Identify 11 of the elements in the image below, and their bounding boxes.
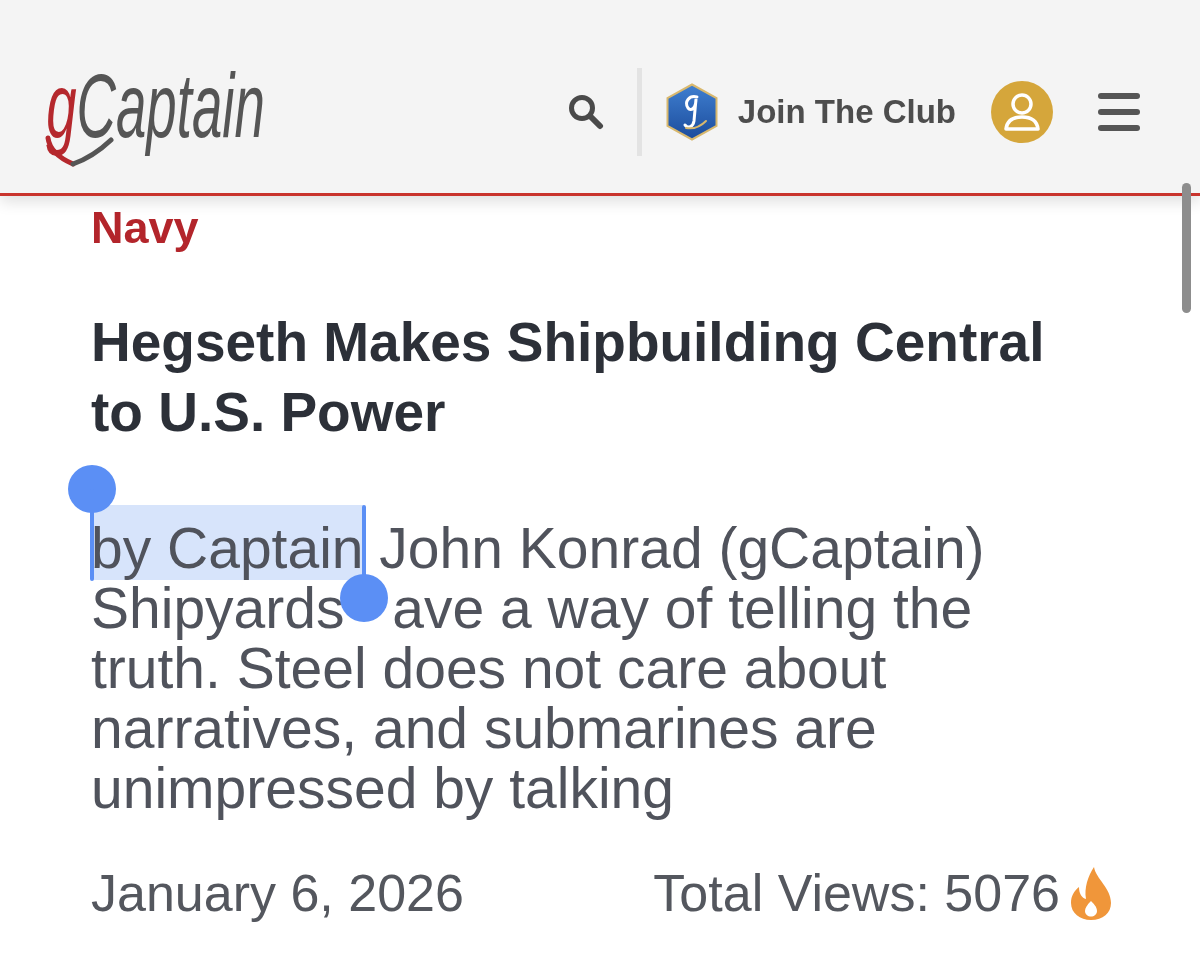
byline-text: John Konrad (gCaptain)	[379, 516, 985, 580]
join-club-link[interactable]: Join The Club	[665, 82, 956, 141]
flame-icon	[1070, 866, 1112, 920]
menu-icon[interactable]	[1098, 91, 1140, 132]
search-icon[interactable]	[567, 93, 604, 130]
badge-icon	[665, 82, 718, 141]
publish-date: January 6, 2026	[91, 863, 464, 923]
category-link[interactable]: Navy	[91, 203, 199, 253]
scrollbar-thumb[interactable]	[1182, 183, 1191, 313]
view-count: Total Views: 5076	[653, 863, 1060, 923]
article-headline: Hegseth Makes Shipbuilding Central to U.S. Power	[91, 310, 1046, 445]
